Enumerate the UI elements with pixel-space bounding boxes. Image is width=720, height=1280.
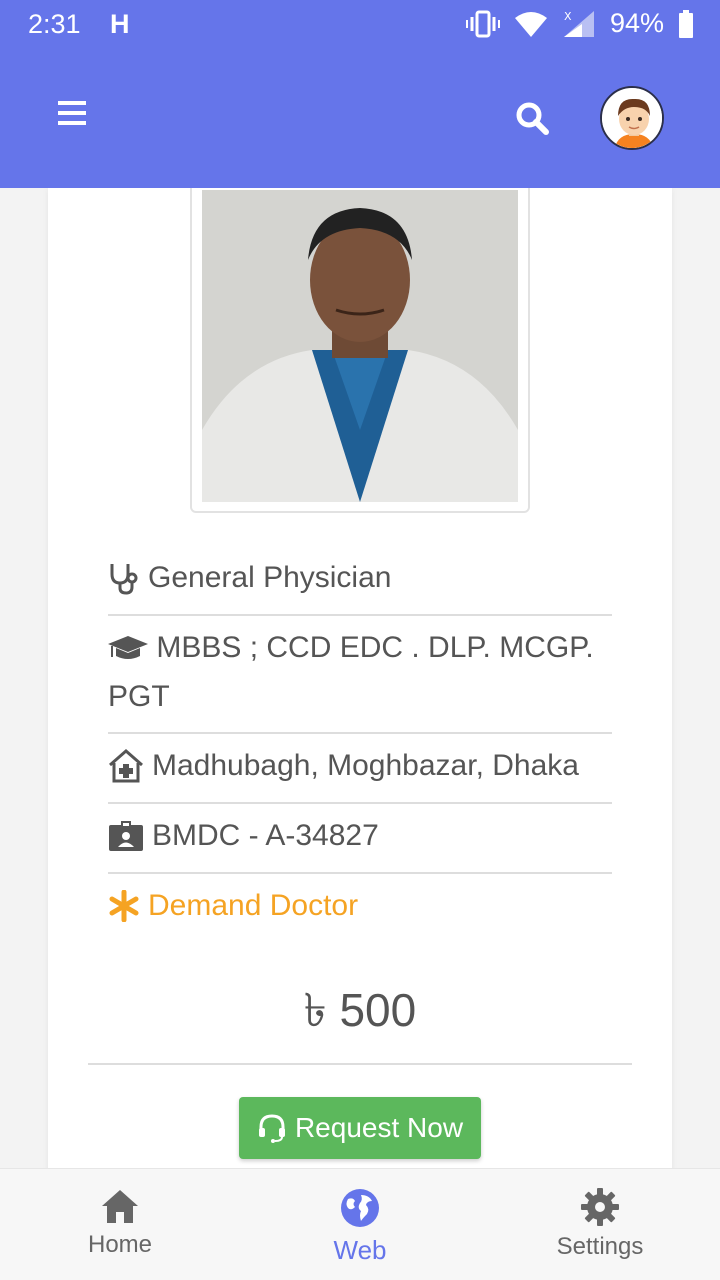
vibrate-icon [465,10,500,37]
globe-icon [341,1189,379,1227]
signal-icon: X [563,10,594,37]
clinic-home-icon [108,742,144,790]
home-icon [102,1190,138,1223]
nav-web[interactable]: Web [240,1169,480,1280]
nav-home-label: Home [87,1231,153,1258]
battery-icon [679,9,693,38]
degrees-text: MBBS ; CCD EDC . DLP. MCGP. PGT [108,624,612,721]
divider [108,802,612,804]
divider [108,872,612,874]
hamburger-menu-icon[interactable] [52,94,92,134]
nav-settings[interactable]: Settings [480,1169,720,1280]
graduation-cap-icon [108,625,148,673]
doctor-photo [202,190,518,502]
doctor-photo-frame [190,188,530,513]
doctor-card: General Physician MBBS ; CCD EDC . DLP. … [48,188,672,1168]
divider [108,732,612,734]
registration-row: BMDC - A-34827 [108,812,612,860]
request-now-button[interactable]: Request Now [239,1097,481,1159]
bottom-navigation: Home Web Settings [0,1168,720,1280]
registration-text: BMDC - A-34827 [152,819,379,852]
id-badge-icon [108,812,144,860]
degrees-row: MBBS ; CCD EDC . DLP. MCGP. PGT [108,624,612,721]
search-icon[interactable] [512,98,552,138]
nav-settings-label: Settings [556,1233,644,1260]
status-time: 2:31 [28,9,81,39]
location-row: Madhubagh, Moghbazar, Dhaka [108,742,612,790]
status-bar: 2:31 H X 94% [0,0,720,50]
specialty-text: General Physician [148,561,392,594]
demand-text: Demand Doctor [148,889,359,922]
gear-icon [581,1188,619,1226]
doctor-detail-content[interactable]: General Physician MBBS ; CCD EDC . DLP. … [0,188,720,1168]
nav-home[interactable]: Home [0,1169,240,1280]
wifi-icon [514,11,547,37]
nav-web-label: Web [333,1235,387,1265]
location-text: Madhubagh, Moghbazar, Dhaka [152,749,579,782]
asterisk-icon [108,882,140,930]
app-bar [0,50,720,188]
specialty-row: General Physician [108,554,612,602]
status-icons: X 94% [465,8,694,39]
consultation-fee: ৳ 500 [303,984,417,1036]
request-now-label: Request Now [294,1112,464,1143]
divider [88,1063,632,1065]
svg-text:X: X [564,10,572,23]
user-avatar-icon[interactable] [600,86,664,150]
divider [108,614,612,616]
stethoscope-icon [108,554,140,602]
demand-row: Demand Doctor [108,882,612,930]
network-type: H [110,9,130,39]
headset-icon [257,1113,287,1143]
battery-percent: 94% [609,8,664,38]
